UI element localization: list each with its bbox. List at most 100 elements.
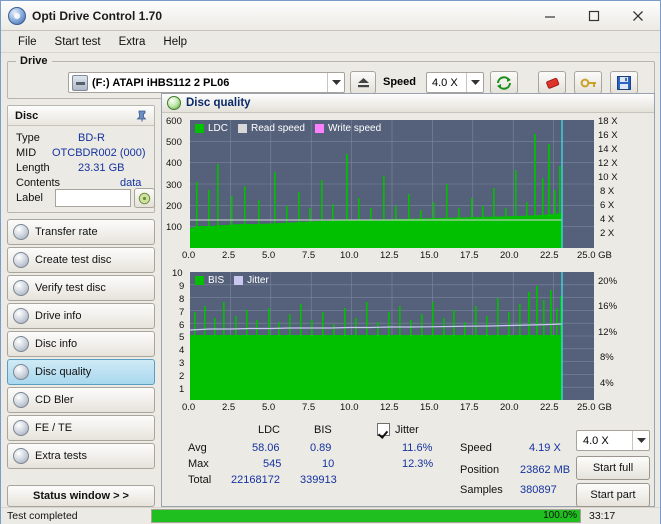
ldc-xtick-4: 10.0 (340, 250, 359, 261)
sidebar-item-verify-test-disc[interactable]: Verify test disc (7, 275, 155, 301)
quality-speed-value: 4.19 X (529, 442, 561, 454)
bis-xtick-9: 22.5 (540, 402, 559, 413)
status-message: Test completed (7, 510, 78, 522)
results-row-total-bis: 339913 (300, 474, 337, 486)
bis-ytick-5: 5 (179, 332, 185, 343)
disc-contents-label: Contents (16, 177, 61, 189)
sidebar-item-disc-info[interactable]: Disc info (7, 331, 155, 357)
menu-file[interactable]: File (9, 34, 46, 50)
bis-rtick-8: 8% (600, 352, 614, 363)
disc-mid-label: MID (16, 147, 37, 159)
title-bar: Opti Drive Control 1.70 (1, 1, 660, 31)
ldc-ytick-600: 600 (166, 116, 182, 127)
ldc-rtick-2x: 2 X (600, 228, 615, 239)
ldc-ytick-500: 500 (166, 137, 182, 148)
save-button[interactable] (610, 71, 638, 94)
disc-panel-title: Disc (15, 109, 39, 122)
drive-info-icon (13, 308, 29, 324)
bis-ytick-3: 3 (179, 358, 185, 369)
menu-help[interactable]: Help (154, 34, 196, 50)
eject-button[interactable] (350, 71, 376, 94)
cd-bler-icon (13, 392, 29, 408)
disc-quality-icon (167, 96, 181, 110)
quality-samples-label: Samples (460, 484, 503, 496)
bis-ytick-9: 9 (179, 281, 185, 292)
quality-samples-value: 380897 (520, 484, 557, 496)
bis-chart-svg (189, 272, 594, 400)
quality-speed-select[interactable]: 4.0 X (576, 430, 650, 451)
status-window-button[interactable]: Status window > > (7, 485, 155, 507)
ldc-xtick-3: 7.5 (302, 250, 316, 261)
disc-panel-header: Disc (8, 106, 154, 126)
sidebar-item-label: Verify test disc (35, 282, 106, 294)
bis-xtick-0: 0.0 (182, 402, 196, 413)
quality-position-value: 23862 MB (520, 464, 571, 476)
disc-length-value: 23.31 GB (78, 162, 125, 174)
fe-te-icon (13, 420, 29, 436)
transfer-rate-icon (13, 224, 29, 240)
bis-xtick-6: 15.0 (420, 402, 439, 413)
sidebar-item-label: Create test disc (35, 254, 112, 266)
menu-extra[interactable]: Extra (110, 34, 155, 50)
minimize-icon[interactable] (528, 1, 572, 30)
speed-select[interactable]: 4.0 X (426, 72, 484, 93)
sidebar-item-label: FE / TE (35, 422, 73, 434)
ldc-xtick-2: 5.0 (262, 250, 276, 261)
status-bar: Test completed 100.0% 33:17 (1, 507, 660, 524)
eraser-button[interactable] (538, 71, 566, 94)
legend-swatch-read-speed (238, 124, 248, 133)
ldc-ytick-200: 200 (166, 201, 182, 212)
results-row-total-label: Total (188, 474, 212, 486)
app-icon (8, 6, 26, 25)
disc-label-input[interactable] (55, 189, 131, 207)
sidebar-item-create-test-disc[interactable]: Create test disc (7, 247, 155, 273)
pin-icon[interactable] (134, 108, 150, 124)
verify-test-disc-icon (13, 280, 29, 296)
sidebar-item-fe-te[interactable]: FE / TE (7, 415, 155, 441)
start-full-button[interactable]: Start full (576, 456, 650, 480)
disc-label-label: Label (16, 192, 43, 204)
sidebar-item-label: Disc quality (35, 366, 92, 378)
results-row-avg-bis: 0.89 (310, 442, 332, 454)
legend-swatch-jitter (234, 276, 244, 285)
jitter-checkbox[interactable] (377, 423, 390, 436)
bis-ytick-1: 1 (179, 384, 185, 395)
bis-chart-legend: BIS Jitter (195, 275, 269, 286)
start-part-button[interactable]: Start part (576, 483, 650, 507)
key-button[interactable] (574, 71, 602, 94)
chevron-down-icon[interactable] (632, 431, 649, 450)
disc-type-label: Type (16, 132, 40, 144)
chevron-down-icon[interactable] (466, 73, 483, 92)
disc-info-icon (13, 336, 29, 352)
bis-xtick-4: 10.0 (340, 402, 359, 413)
sidebar-item-cd-bler[interactable]: CD Bler (7, 387, 155, 413)
results-row-max-ldc: 545 (263, 458, 282, 470)
sidebar-item-extra-tests[interactable]: Extra tests (7, 443, 155, 469)
ldc-xtick-7: 17.5 (460, 250, 479, 261)
sidebar-item-transfer-rate[interactable]: Transfer rate (7, 219, 155, 245)
ldc-rtick-14x: 14 X (598, 144, 618, 155)
bis-xtick-10: 25.0 GB (577, 402, 612, 413)
disc-quality-title: Disc quality (186, 97, 251, 109)
disc-label-edit-button[interactable] (134, 188, 155, 208)
sidebar-item-label: Disc info (35, 338, 78, 350)
bis-xtick-3: 7.5 (302, 402, 316, 413)
quality-speed-select-value: 4.0 X (583, 434, 609, 447)
chevron-down-icon[interactable] (327, 73, 344, 92)
window-controls (528, 1, 660, 30)
window-title: Opti Drive Control 1.70 (32, 8, 163, 23)
sidebar-item-disc-quality[interactable]: Disc quality (7, 359, 155, 385)
ldc-rtick-6x: 6 X (600, 200, 615, 211)
ldc-rtick-12x: 12 X (598, 158, 618, 169)
bis-xtick-2: 5.0 (262, 402, 276, 413)
bis-xtick-8: 20.0 (500, 402, 519, 413)
sidebar-item-drive-info[interactable]: Drive info (7, 303, 155, 329)
menu-start-test[interactable]: Start test (46, 34, 110, 50)
quality-speed-label: Speed (460, 442, 492, 454)
close-icon[interactable] (616, 1, 660, 30)
ldc-chart-svg (190, 120, 594, 248)
legend-label-jitter: Jitter (247, 275, 269, 286)
maximize-icon[interactable] (572, 1, 616, 30)
drive-select[interactable]: (F:) ATAPI iHBS112 2 PL06 (68, 72, 345, 93)
refresh-button[interactable] (490, 71, 518, 94)
